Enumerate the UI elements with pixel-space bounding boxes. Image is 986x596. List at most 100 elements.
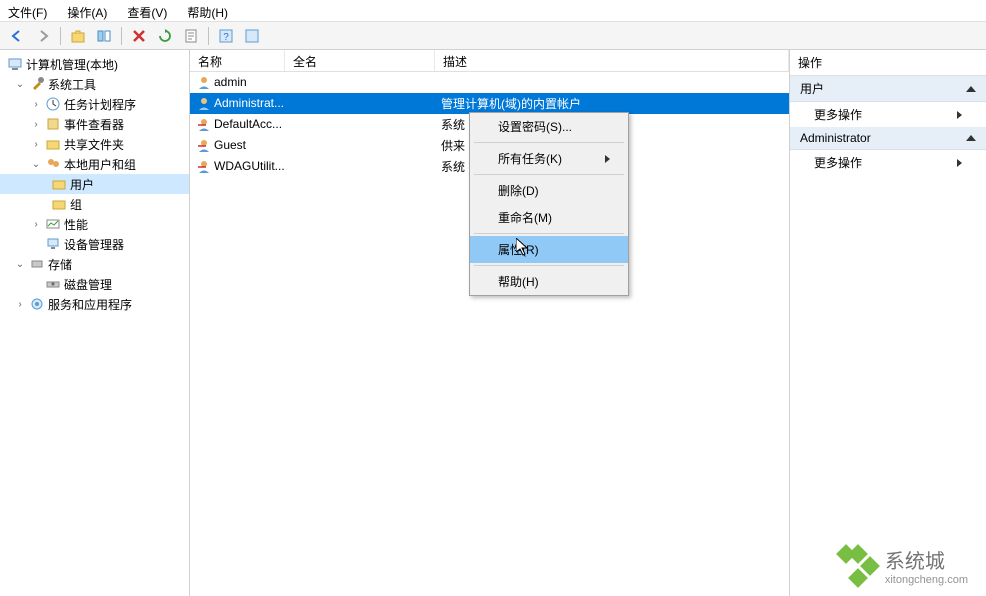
- actions-title: 操作: [790, 50, 986, 76]
- cell-name: WDAGUtilit...: [214, 159, 285, 173]
- actions-more-2[interactable]: 更多操作: [790, 150, 986, 175]
- menu-separator: [474, 142, 624, 143]
- disk-icon: [45, 276, 61, 292]
- expander-icon[interactable]: ⌄: [30, 159, 42, 170]
- menu-bar: 文件(F) 操作(A) 查看(V) 帮助(H): [0, 0, 986, 22]
- tree-label: 系统工具: [48, 76, 96, 93]
- tree-device-manager[interactable]: 设备管理器: [0, 234, 189, 254]
- properties-button[interactable]: [241, 25, 263, 47]
- tree-label: 本地用户和组: [64, 156, 136, 173]
- tree-label: 事件查看器: [64, 116, 124, 133]
- tree-performance[interactable]: › 性能: [0, 214, 189, 234]
- back-button[interactable]: [6, 25, 28, 47]
- menu-view[interactable]: 查看(V): [123, 2, 171, 19]
- forward-button[interactable]: [32, 25, 54, 47]
- menu-set-password[interactable]: 设置密码(S)...: [470, 113, 628, 140]
- cursor-icon: [516, 238, 532, 258]
- tree-shared-folders[interactable]: › 共享文件夹: [0, 134, 189, 154]
- clock-icon: [45, 96, 61, 112]
- menu-action[interactable]: 操作(A): [63, 2, 111, 19]
- show-hide-button[interactable]: [93, 25, 115, 47]
- user-icon: [196, 75, 212, 91]
- tree-event-viewer[interactable]: › 事件查看器: [0, 114, 189, 134]
- folder-icon: [51, 196, 67, 212]
- user-disabled-icon: [196, 159, 212, 175]
- menu-rename[interactable]: 重命名(M): [470, 204, 628, 231]
- watermark-url: xitongcheng.com: [885, 574, 968, 586]
- cell-name: Guest: [214, 138, 246, 152]
- tree-root[interactable]: 计算机管理(本地): [0, 54, 189, 74]
- tree-disk-management[interactable]: 磁盘管理: [0, 274, 189, 294]
- actions-section-users[interactable]: 用户: [790, 76, 986, 102]
- arrow-right-icon: [605, 155, 610, 163]
- item-label: 更多操作: [814, 106, 862, 123]
- section-label: 用户: [800, 80, 824, 97]
- tree-label: 存储: [48, 256, 72, 273]
- storage-icon: [29, 256, 45, 272]
- menu-separator: [474, 233, 624, 234]
- computer-icon: [7, 56, 23, 72]
- up-button[interactable]: [67, 25, 89, 47]
- item-label: 更多操作: [814, 154, 862, 171]
- expander-icon[interactable]: ›: [30, 139, 42, 150]
- column-description[interactable]: 描述: [435, 50, 789, 71]
- tree-label: 组: [70, 196, 82, 213]
- cell-name: admin: [214, 75, 247, 89]
- arrow-right-icon: [957, 111, 962, 119]
- tree-view[interactable]: 计算机管理(本地) ⌄ 系统工具 › 任务计划程序 › 事件查看器 › 共享文件…: [0, 50, 190, 596]
- column-fullname[interactable]: 全名: [285, 50, 435, 71]
- tree-users[interactable]: 用户: [0, 174, 189, 194]
- tree-task-scheduler[interactable]: › 任务计划程序: [0, 94, 189, 114]
- separator: [208, 27, 209, 45]
- delete-button[interactable]: [128, 25, 150, 47]
- tree-label: 任务计划程序: [64, 96, 136, 113]
- column-name[interactable]: 名称: [190, 50, 285, 71]
- list-row[interactable]: Administrat... 管理计算机(域)的内置帐户: [190, 93, 789, 114]
- share-icon: [45, 136, 61, 152]
- cell-full: [285, 102, 435, 106]
- tree-system-tools[interactable]: ⌄ 系统工具: [0, 74, 189, 94]
- menu-file[interactable]: 文件(F): [4, 2, 51, 19]
- tree-label: 磁盘管理: [64, 276, 112, 293]
- menu-all-tasks[interactable]: 所有任务(K): [470, 145, 628, 172]
- expander-icon[interactable]: ›: [14, 299, 26, 310]
- menu-help[interactable]: 帮助(H): [470, 268, 628, 295]
- cell-desc: 管理计算机(域)的内置帐户: [435, 93, 789, 114]
- menu-delete[interactable]: 删除(D): [470, 177, 628, 204]
- tree-storage[interactable]: ⌄ 存储: [0, 254, 189, 274]
- cell-full: [285, 81, 435, 85]
- menu-properties[interactable]: 属性(R): [470, 236, 628, 263]
- cell-name: Administrat...: [214, 96, 284, 110]
- tree-label: 服务和应用程序: [48, 296, 132, 313]
- svg-text:?: ?: [223, 32, 229, 43]
- tree-label: 设备管理器: [64, 236, 124, 253]
- actions-pane: 操作 用户 更多操作 Administrator 更多操作: [790, 50, 986, 596]
- expander-icon[interactable]: ›: [30, 99, 42, 110]
- logo-icon: [839, 547, 877, 585]
- refresh-button[interactable]: [154, 25, 176, 47]
- help-button[interactable]: ?: [215, 25, 237, 47]
- actions-more-1[interactable]: 更多操作: [790, 102, 986, 127]
- separator: [121, 27, 122, 45]
- user-icon: [196, 96, 212, 112]
- list-row[interactable]: admin: [190, 72, 789, 93]
- list-header: 名称 全名 描述: [190, 50, 789, 72]
- tree-groups[interactable]: 组: [0, 194, 189, 214]
- user-disabled-icon: [196, 138, 212, 154]
- expander-icon[interactable]: ›: [30, 119, 42, 130]
- menu-help[interactable]: 帮助(H): [183, 2, 232, 19]
- tree-services[interactable]: › 服务和应用程序: [0, 294, 189, 314]
- expander-icon[interactable]: ›: [30, 219, 42, 230]
- tree-local-users[interactable]: ⌄ 本地用户和组: [0, 154, 189, 174]
- actions-section-admin[interactable]: Administrator: [790, 127, 986, 150]
- collapse-icon: [966, 86, 976, 92]
- users-icon: [45, 156, 61, 172]
- collapse-icon: [966, 135, 976, 141]
- expander-icon[interactable]: ⌄: [14, 259, 26, 270]
- expander-icon[interactable]: ⌄: [14, 79, 26, 90]
- event-icon: [45, 116, 61, 132]
- cell-full: [285, 165, 435, 169]
- cell-desc: [435, 81, 789, 85]
- services-icon: [29, 296, 45, 312]
- export-button[interactable]: [180, 25, 202, 47]
